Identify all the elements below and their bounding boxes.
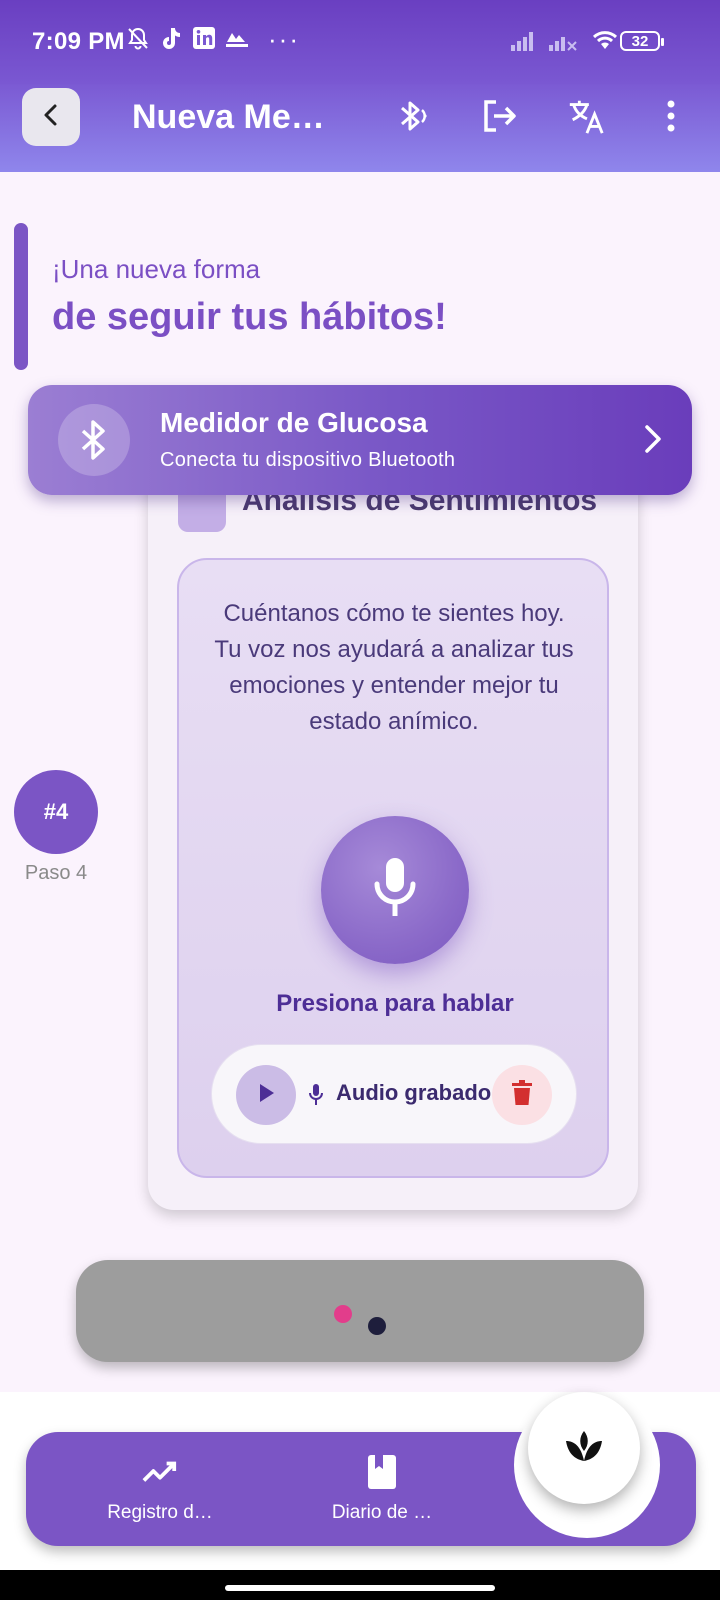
trash-icon bbox=[511, 1079, 533, 1111]
app-icon bbox=[224, 26, 250, 55]
status-bar: 7:09 PM ··· 32 bbox=[0, 0, 720, 84]
book-icon bbox=[364, 1454, 400, 1490]
hero-title: de seguir tus hábitos! bbox=[52, 296, 447, 338]
linkedin-icon bbox=[192, 26, 216, 55]
fab-button[interactable] bbox=[528, 1392, 640, 1504]
app-bar bbox=[0, 84, 720, 172]
trending-up-icon bbox=[142, 1454, 178, 1490]
recorded-audio-row: Audio grabado bbox=[211, 1044, 577, 1144]
audio-label: Audio grabado bbox=[336, 1080, 492, 1105]
battery-icon: 32 bbox=[620, 31, 664, 51]
tiktok-icon bbox=[158, 26, 182, 57]
glucose-title: Medidor de Glucosa bbox=[160, 407, 428, 438]
delete-audio-button[interactable] bbox=[492, 1065, 552, 1125]
step-badge: #4 bbox=[14, 770, 98, 854]
signal-x-icon bbox=[548, 30, 578, 57]
status-more: ··· bbox=[268, 24, 300, 54]
signal-icon bbox=[510, 30, 536, 57]
back-button[interactable] bbox=[22, 88, 80, 146]
hero-subtitle: ¡Una nueva forma bbox=[52, 254, 261, 284]
voice-panel: Cuéntanos cómo te sientes hoy. Tu voz no… bbox=[177, 558, 609, 1178]
glucose-meter-banner[interactable]: Medidor de Glucosa Conecta tu dispositiv… bbox=[28, 385, 692, 495]
bluetooth-searching-icon[interactable] bbox=[392, 96, 432, 136]
home-gesture-pill[interactable] bbox=[225, 1585, 495, 1591]
play-icon bbox=[256, 1082, 276, 1109]
page-dot[interactable] bbox=[368, 1317, 386, 1335]
step-label: Paso 4 bbox=[24, 862, 88, 884]
nav-item-registro[interactable]: Registro d… bbox=[60, 1432, 260, 1546]
translate-icon[interactable] bbox=[566, 96, 606, 136]
page-title: Nueva Me… bbox=[132, 98, 325, 136]
page-indicator-bar bbox=[76, 1260, 644, 1362]
page-dot-active[interactable] bbox=[334, 1305, 352, 1323]
chevron-right-icon bbox=[642, 423, 664, 460]
lotus-icon bbox=[564, 1429, 604, 1468]
voice-prompt: Cuéntanos cómo te sientes hoy. Tu voz no… bbox=[214, 600, 574, 735]
nav-item-diario[interactable]: Diario de … bbox=[282, 1432, 482, 1546]
mic-small-icon bbox=[308, 1083, 324, 1112]
hero-accent-bar bbox=[14, 223, 28, 370]
bluetooth-icon bbox=[58, 404, 130, 476]
record-button[interactable] bbox=[321, 816, 469, 964]
mic-icon bbox=[371, 856, 419, 925]
play-button[interactable] bbox=[236, 1065, 296, 1125]
glucose-subtitle: Conecta tu dispositivo Bluetooth bbox=[160, 449, 456, 471]
logout-icon[interactable] bbox=[478, 96, 518, 136]
more-vert-icon[interactable] bbox=[656, 96, 686, 136]
nav-label-registro: Registro d… bbox=[107, 1502, 213, 1523]
notifications-off-icon bbox=[126, 26, 150, 57]
back-icon bbox=[38, 102, 64, 133]
wifi-icon bbox=[590, 28, 620, 57]
status-time: 7:09 PM bbox=[32, 28, 125, 55]
press-to-talk-label: Presiona para hablar bbox=[276, 990, 514, 1017]
nav-label-diario: Diario de … bbox=[331, 1502, 433, 1523]
